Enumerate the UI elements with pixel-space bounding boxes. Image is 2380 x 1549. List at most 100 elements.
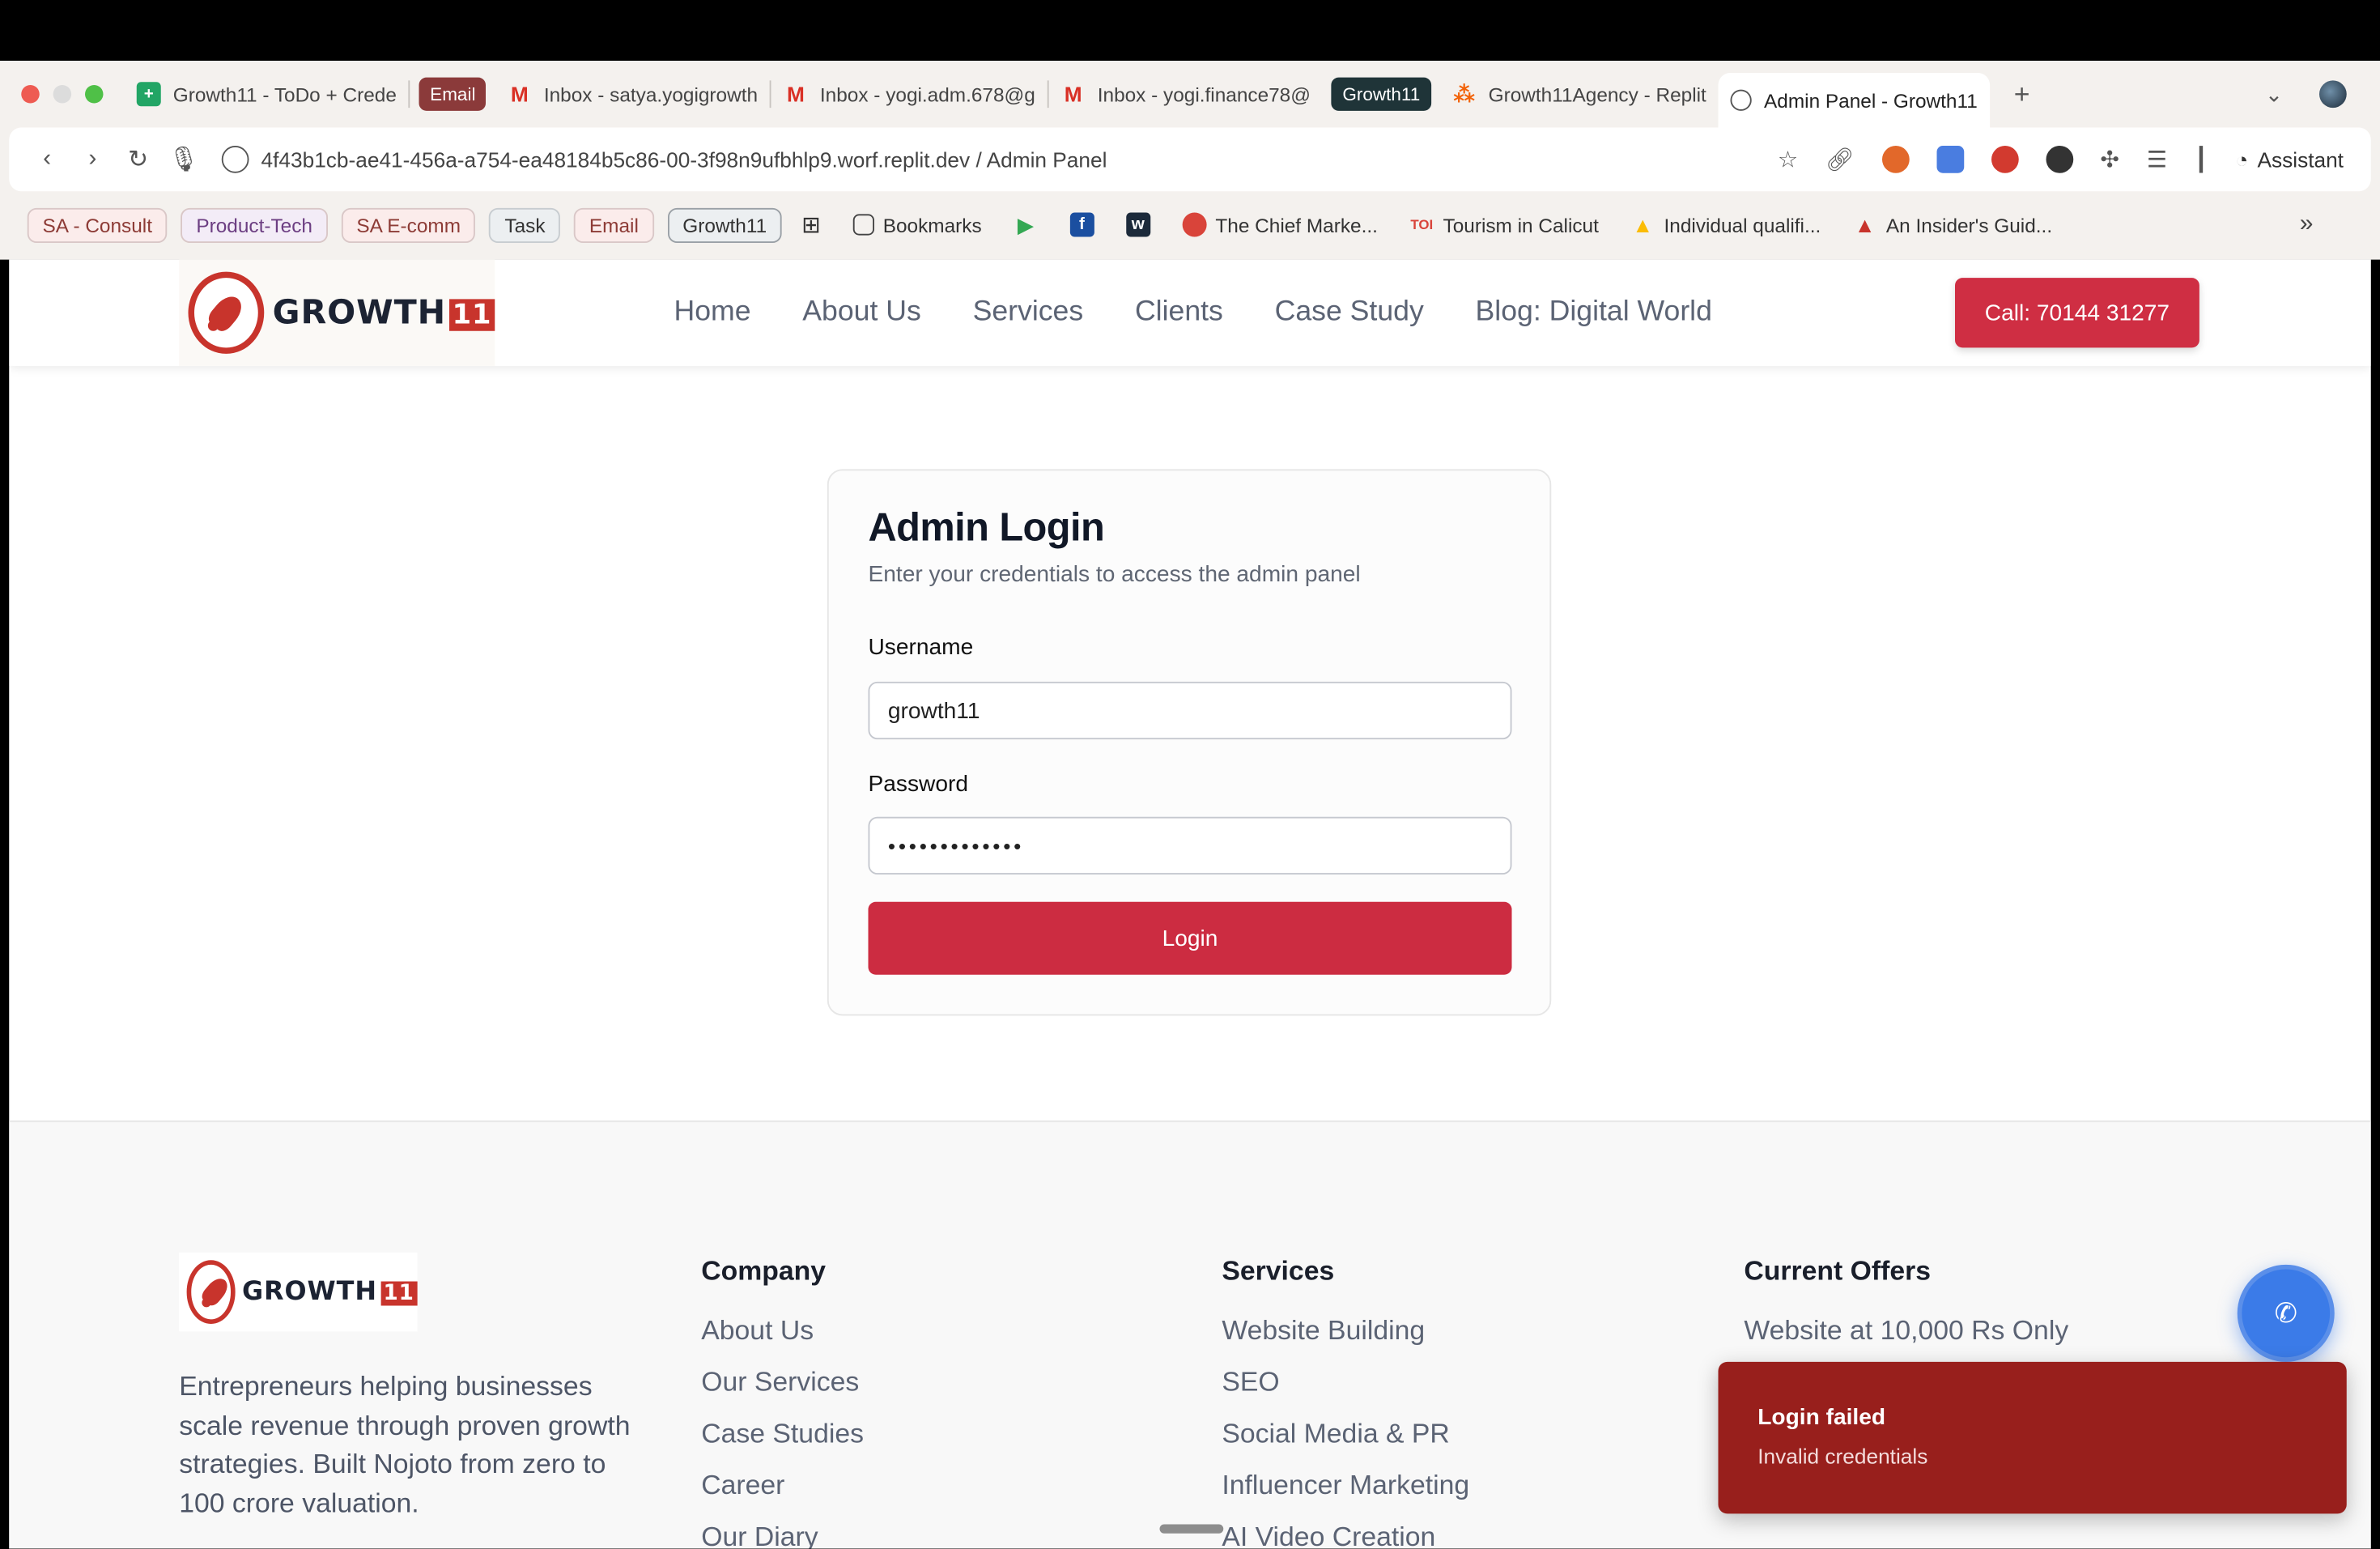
address-bar[interactable]: 4f43b1cb-ae41-456a-a754-ea48184b5c86-00-… [221, 146, 1107, 173]
rocket-logo-icon [186, 1260, 236, 1324]
footer-link-website-building[interactable]: Website Building [1222, 1315, 1469, 1367]
audio-wave-icon[interactable]: ┃ [2195, 146, 2208, 173]
seo-extension-icon[interactable] [1991, 146, 2019, 173]
footer-link-career[interactable]: Career [701, 1470, 864, 1521]
footer-company-column: Company About Us Our Services Case Studi… [701, 1256, 864, 1549]
assistant-label: Assistant [2257, 147, 2344, 172]
footer-link-about-us[interactable]: About Us [701, 1315, 864, 1367]
footer-link-influencer[interactable]: Influencer Marketing [1222, 1470, 1469, 1521]
browser-chrome: + Growth11 - ToDo + Crede Email M Inbox … [0, 61, 2380, 260]
bookmark-bookmarks[interactable]: Bookmarks [852, 213, 982, 236]
tab-admin-panel[interactable]: Admin Panel - Growth11 [1718, 73, 1990, 128]
tab-inbox-satya[interactable]: M Inbox - satya.yogigrowth [495, 70, 770, 118]
tab-list-chevron-icon[interactable]: ⌄ [2265, 81, 2283, 107]
more-bookmarks-chevron-icon[interactable]: » [2300, 211, 2314, 239]
tab-title: Inbox - yogi.adm.678@g [819, 83, 1035, 106]
tab-inbox-yogi-adm[interactable]: M Inbox - yogi.adm.678@g [771, 70, 1048, 118]
footer-logo[interactable]: GROWTH 11 [179, 1252, 418, 1332]
bookmark-star-icon[interactable]: ☆ [1778, 146, 1798, 173]
new-tab-button[interactable]: + [2002, 70, 2042, 118]
site-logo[interactable]: GROWTH 11 [179, 259, 495, 366]
nav-case-study[interactable]: Case Study [1275, 296, 1424, 330]
bookmark-folder-sa-consult[interactable]: SA - Consult [27, 206, 168, 243]
username-label: Username [868, 634, 974, 661]
floating-call-button[interactable]: ✆ [2237, 1264, 2335, 1362]
bookmark-w[interactable]: w [1125, 212, 1150, 237]
bookmark-folder-sa-ecomm[interactable]: SA E-comm [341, 206, 476, 243]
link-icon[interactable]: 🔗︎ [1825, 146, 1855, 173]
bookmark-chief-marketer[interactable]: The Chief Marke... [1182, 212, 1378, 237]
footer-link-our-diary[interactable]: Our Diary [701, 1521, 864, 1549]
footer-link-seo[interactable]: SEO [1222, 1367, 1469, 1419]
scroll-indicator[interactable] [1159, 1524, 1224, 1534]
username-input[interactable]: growth11 [868, 681, 1512, 740]
nav-blog[interactable]: Blog: Digital World [1476, 296, 1712, 330]
footer-column-title: Services [1222, 1255, 1335, 1287]
toolbar-actions: ☆ 🔗︎ ✣ ☰ ┃ ◔ Assistant [1778, 146, 2344, 173]
footer-offer-website[interactable]: Website at 10,000 Rs Only [1744, 1315, 2068, 1367]
window-controls [21, 85, 104, 104]
error-toast[interactable]: Login failed Invalid credentials [1718, 1361, 2347, 1514]
profile-avatar[interactable] [2319, 80, 2347, 109]
tab-replit[interactable]: ⁂ Growth11Agency - Replit [1440, 70, 1719, 118]
bookmark-tourism-calicut[interactable]: TOI Tourism in Calicut [1409, 213, 1599, 237]
bookmark-play-store[interactable]: ▶ [1014, 212, 1038, 237]
microphone-icon[interactable]: 🎙︎ [161, 144, 206, 175]
gmail-icon: M [786, 82, 805, 107]
reload-icon[interactable]: ↻ [116, 144, 161, 175]
logo-wordmark: GROWTH 11 [273, 294, 495, 332]
reading-list-icon[interactable]: ☰ [2147, 146, 2167, 173]
tab-inbox-yogi-finance[interactable]: M Inbox - yogi.finance78@ [1049, 70, 1323, 118]
tab-group-growth11[interactable]: Growth11 [1332, 77, 1431, 111]
puzzle-extensions-icon[interactable]: ✣ [2100, 146, 2119, 173]
bookmark-folder-task[interactable]: Task [489, 206, 561, 243]
bookmark-label: Tourism in Calicut [1443, 213, 1599, 236]
footer-offers-column: Current Offers Website at 10,000 Rs Only [1744, 1256, 2068, 1367]
google-ads-icon: ▲ [1632, 212, 1654, 237]
logo-wordmark: GROWTH 11 [241, 1276, 418, 1308]
minimize-window-button[interactable] [53, 85, 72, 104]
footer-link-social-media[interactable]: Social Media & PR [1222, 1418, 1469, 1470]
footer-link-ai-video[interactable]: AI Video Creation [1222, 1521, 1469, 1549]
screen: + Growth11 - ToDo + Crede Email M Inbox … [0, 0, 2380, 1549]
login-title: Admin Login [868, 504, 1105, 550]
nav-home[interactable]: Home [674, 296, 751, 330]
site-info-icon[interactable] [221, 146, 249, 173]
call-button[interactable]: Call: 70144 31277 [1955, 278, 2199, 348]
password-label: Password [868, 771, 968, 798]
close-window-button[interactable] [21, 85, 40, 104]
bookmark-individual-qualifi[interactable]: ▲ Individual qualifi... [1630, 213, 1821, 237]
footer-column-title: Current Offers [1744, 1255, 1932, 1287]
logo-word: GROWTH [241, 1276, 377, 1308]
nav-clients[interactable]: Clients [1135, 296, 1223, 330]
tab-title: Admin Panel - Growth11 [1764, 88, 1978, 112]
tab-growth11-todo[interactable]: + Growth11 - ToDo + Crede [125, 70, 409, 118]
sheets-icon: + [136, 82, 161, 107]
bookmark-insiders-guide[interactable]: ▲ An Insider's Guid... [1853, 213, 2052, 237]
password-input[interactable]: ••••••••••••• [868, 816, 1512, 875]
nav-services[interactable]: Services [973, 296, 1084, 330]
footer-services-column: Services Website Building SEO Social Med… [1222, 1256, 1469, 1549]
bookmark-folder-product-tech[interactable]: Product-Tech [181, 206, 328, 243]
footer-link-our-services[interactable]: Our Services [701, 1367, 864, 1419]
bookmark-facebook[interactable]: f [1069, 212, 1094, 237]
forward-arrow-icon[interactable]: › [70, 146, 115, 173]
extension-icon[interactable] [1881, 146, 1910, 173]
tab-strip: + Growth11 - ToDo + Crede Email M Inbox … [0, 61, 2380, 128]
back-arrow-icon[interactable]: ‹ [24, 146, 70, 173]
maximize-window-button[interactable] [85, 85, 104, 104]
url-text[interactable]: 4f43b1cb-ae41-456a-a754-ea48184b5c86-00-… [261, 147, 1107, 172]
assistant-button[interactable]: ◔ Assistant [2235, 147, 2344, 172]
apps-grid-icon[interactable]: ⊞ [801, 211, 821, 239]
tab-group-email[interactable]: Email [419, 77, 487, 111]
block-extension-icon[interactable] [2045, 146, 2073, 173]
logo-word: GROWTH [272, 293, 447, 332]
gmail-icon: M [510, 82, 529, 107]
translate-extension-icon[interactable] [1936, 146, 1964, 173]
login-button[interactable]: Login [868, 901, 1512, 975]
footer-link-case-studies[interactable]: Case Studies [701, 1418, 864, 1470]
nav-about-us[interactable]: About Us [802, 296, 921, 330]
bookmark-folder-email[interactable]: Email [574, 206, 654, 243]
bookmark-folder-growth11[interactable]: Growth11 [667, 206, 782, 243]
tabstrip-right: ⌄ [2265, 80, 2347, 109]
